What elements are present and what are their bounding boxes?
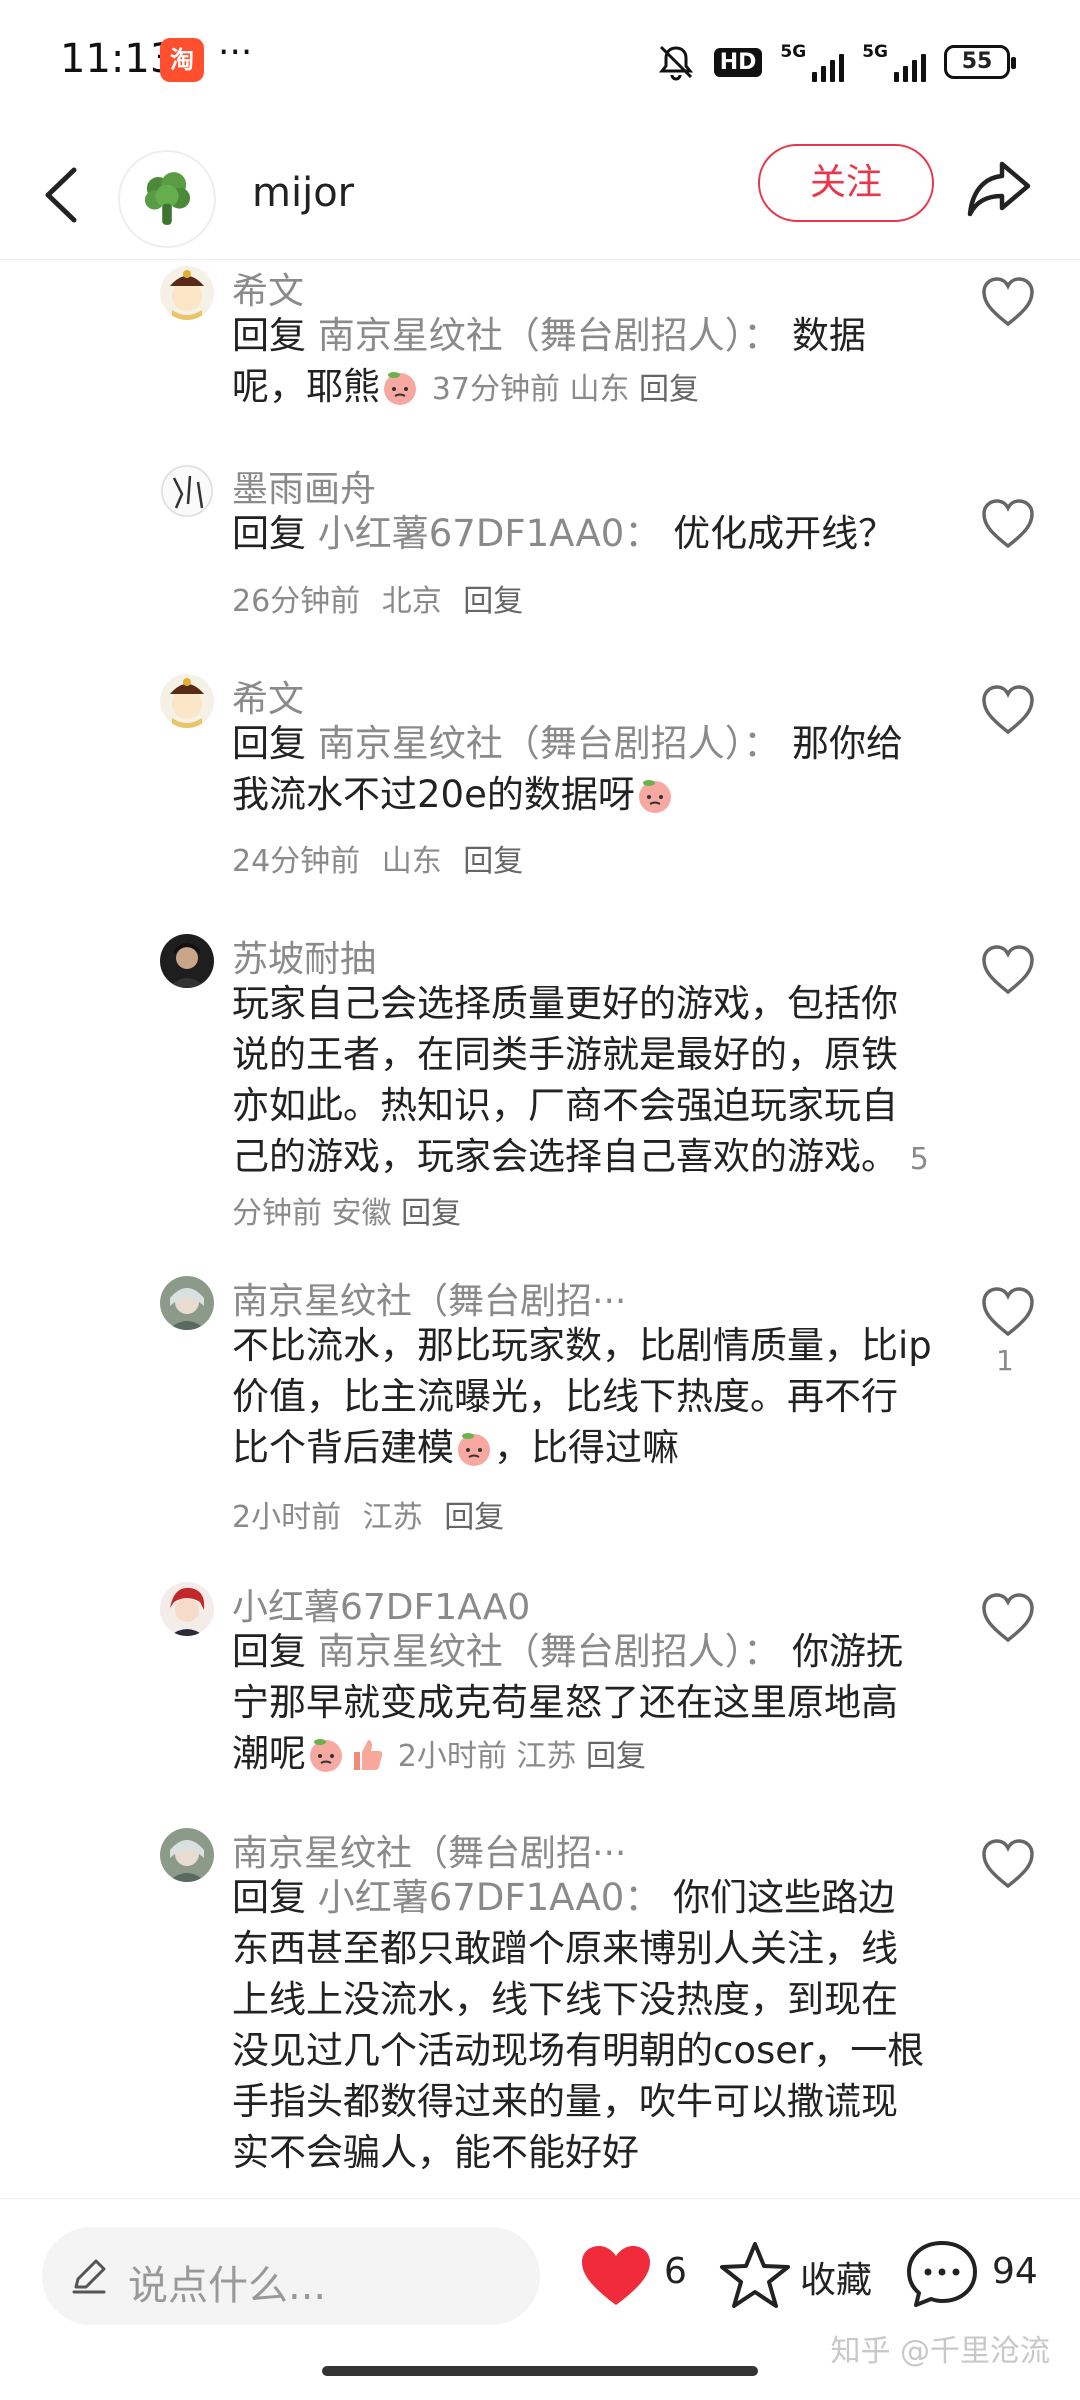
commenter-name[interactable]: 南京星纹社（舞台剧招··· <box>232 1272 626 1324</box>
commenter-name[interactable]: 苏坡耐抽 <box>232 930 376 982</box>
favorite-label[interactable]: 收藏 <box>800 2251 872 2303</box>
watermark: 知乎 @千里沧流 <box>830 2334 1050 2369</box>
comment-time: 2小时前 <box>232 1500 342 1535</box>
comment-meta: 37分钟前 山东 回复 <box>432 372 699 407</box>
peach-emoji-icon <box>310 1739 342 1772</box>
comment-meta: 2小时前 江苏 回复 <box>398 1739 646 1774</box>
reply-button[interactable]: 回复 <box>586 1739 646 1774</box>
share-icon[interactable] <box>964 152 1034 222</box>
author-name[interactable]: mijor <box>252 170 354 216</box>
comment-text[interactable]: 回复 南京星纹社（舞台剧招人）： 你游抚宁那早就变成克苟星怒了还在这里原地高潮呢… <box>232 1626 932 1782</box>
comment-meta: 24分钟前 山东 回复 <box>232 836 535 880</box>
comment-count: 94 <box>992 2251 1038 2292</box>
comment-time: 37分钟前 <box>431 372 560 407</box>
like-count: 6 <box>664 2251 687 2292</box>
comment-location: 山东 <box>569 372 630 407</box>
like-heart-icon[interactable] <box>980 1286 1036 1338</box>
reply-keyword: 回复 <box>232 722 306 765</box>
commenter-name[interactable]: 希文 <box>232 670 304 722</box>
battery-icon: 55 <box>944 45 1016 79</box>
home-indicator[interactable] <box>322 2366 758 2376</box>
comment-time: 2小时前 <box>397 1739 507 1774</box>
comment-text[interactable]: 玩家自己会选择质量更好的游戏，包括你说的王者，在同类手游就是最好的，原铁亦如此。… <box>232 978 932 1239</box>
commenter-avatar[interactable] <box>160 674 214 728</box>
comment-location: 江苏 <box>362 1500 423 1535</box>
status-time: 11:13 <box>60 36 176 82</box>
comment-location: 山东 <box>381 844 442 879</box>
reply-button[interactable]: 回复 <box>463 584 523 619</box>
comment-text[interactable]: 回复 南京星纹社（舞台剧招人）： 那你给我流水不过20e的数据呀 <box>232 718 932 820</box>
like-heart-icon[interactable] <box>980 944 1036 996</box>
network-type-label: 5G <box>780 42 807 62</box>
comment-meta: 26分钟前 北京 回复 <box>232 576 535 620</box>
comment-body: 你们这些路边东西甚至都只敢蹭个原来博别人关注，线上线上没流水，线下线下没热度，到… <box>232 1876 925 2174</box>
reply-target[interactable]: 小红薯67DF1AA0： <box>318 512 662 555</box>
commenter-avatar[interactable] <box>160 1276 214 1330</box>
comment-input-placeholder: 说点什么... <box>128 2263 327 2309</box>
commenter-name[interactable]: 希文 <box>232 262 304 314</box>
network-type-label: 5G <box>862 42 888 62</box>
comment-body: 优化成开线？ <box>673 512 896 555</box>
follow-button[interactable]: 关注 <box>758 144 934 222</box>
commenter-name[interactable]: 墨雨画舟 <box>232 460 376 512</box>
comment-location: 北京 <box>381 584 442 619</box>
hd-call-badge: HD <box>713 47 763 77</box>
comment-meta: 2小时前 江苏 回复 <box>232 1492 516 1536</box>
peach-emoji-icon <box>458 1433 490 1466</box>
comment-time: 26分钟前 <box>232 584 361 619</box>
like-count: 1 <box>996 1344 1014 1377</box>
reply-keyword: 回复 <box>232 512 306 555</box>
like-heart-icon[interactable] <box>980 684 1036 736</box>
status-bar: 11:13 淘 ··· HD 5G 5G 55 <box>0 0 1080 130</box>
comment-input[interactable]: 说点什么... <box>42 2227 540 2325</box>
commenter-name[interactable]: 小红薯67DF1AA0 <box>232 1578 530 1630</box>
signal-icon-2: 5G <box>862 42 926 82</box>
comment-location: 江苏 <box>516 1739 577 1774</box>
reply-keyword: 回复 <box>232 1630 306 1673</box>
more-notifications-icon: ··· <box>218 32 253 73</box>
reply-button[interactable]: 回复 <box>444 1500 504 1535</box>
thumbs-up-emoji-icon <box>354 1740 383 1770</box>
signal-icon-1: 5G <box>780 42 845 82</box>
comment-body-end: ，比得过嘛 <box>494 1426 679 1469</box>
comment-text[interactable]: 回复 南京星纹社（舞台剧招人）： 数据呢，耶熊 37分钟前 山东 回复 <box>232 310 932 415</box>
comment-time: 24分钟前 <box>232 844 361 879</box>
reply-target[interactable]: 小红薯67DF1AA0： <box>318 1876 662 1919</box>
reply-keyword: 回复 <box>232 314 306 357</box>
star-icon[interactable] <box>718 2239 792 2311</box>
commenter-avatar[interactable] <box>160 1582 214 1636</box>
comment-list[interactable]: 希文 回复 南京星纹社（舞台剧招人）： 数据呢，耶熊 37分钟前 山东 回复 墨… <box>0 262 1080 2198</box>
note-header: mijor 关注 <box>0 130 1080 260</box>
reply-target[interactable]: 南京星纹社（舞台剧招人）： <box>318 722 781 765</box>
author-avatar[interactable] <box>118 150 216 248</box>
like-heart-icon[interactable] <box>980 1838 1036 1890</box>
reply-button[interactable]: 回复 <box>401 1196 461 1231</box>
peach-emoji-icon <box>638 780 671 813</box>
taobao-app-icon: 淘 <box>160 38 204 82</box>
commenter-avatar[interactable] <box>160 934 214 988</box>
comment-text[interactable]: 回复 小红薯67DF1AA0： 优化成开线？ <box>232 508 932 559</box>
pen-icon <box>72 2259 106 2294</box>
back-arrow-icon[interactable] <box>36 162 92 228</box>
like-heart-icon[interactable] <box>980 276 1036 328</box>
reply-target[interactable]: 南京星纹社（舞台剧招人）： <box>318 314 781 357</box>
like-heart-icon[interactable] <box>980 498 1036 550</box>
reply-button[interactable]: 回复 <box>463 844 523 879</box>
comment-text[interactable]: 不比流水，那比玩家数，比剧情质量，比ip价值，比主流曝光，比线下热度。再不行比个… <box>232 1320 932 1473</box>
comment-body: 玩家自己会选择质量更好的游戏，包括你说的王者，在同类手游就是最好的，原铁亦如此。… <box>232 982 898 1178</box>
commenter-avatar[interactable] <box>160 1828 214 1882</box>
commenter-avatar[interactable] <box>160 266 214 320</box>
commenter-name[interactable]: 南京星纹社（舞台剧招··· <box>232 1824 626 1876</box>
commenter-avatar[interactable] <box>160 464 214 518</box>
comment-bubble-icon[interactable] <box>904 2237 980 2311</box>
mute-bell-icon <box>658 45 693 81</box>
comment-location: 安徽 <box>331 1196 392 1231</box>
like-filled-heart-icon[interactable] <box>578 2243 654 2309</box>
like-heart-icon[interactable] <box>980 1592 1036 1644</box>
reply-target[interactable]: 南京星纹社（舞台剧招人）： <box>318 1630 781 1673</box>
comment-text[interactable]: 回复 小红薯67DF1AA0： 你们这些路边东西甚至都只敢蹭个原来博别人关注，线… <box>232 1872 932 2178</box>
reply-keyword: 回复 <box>232 1876 306 1919</box>
peach-emoji-icon <box>384 372 416 405</box>
reply-button[interactable]: 回复 <box>639 372 699 407</box>
